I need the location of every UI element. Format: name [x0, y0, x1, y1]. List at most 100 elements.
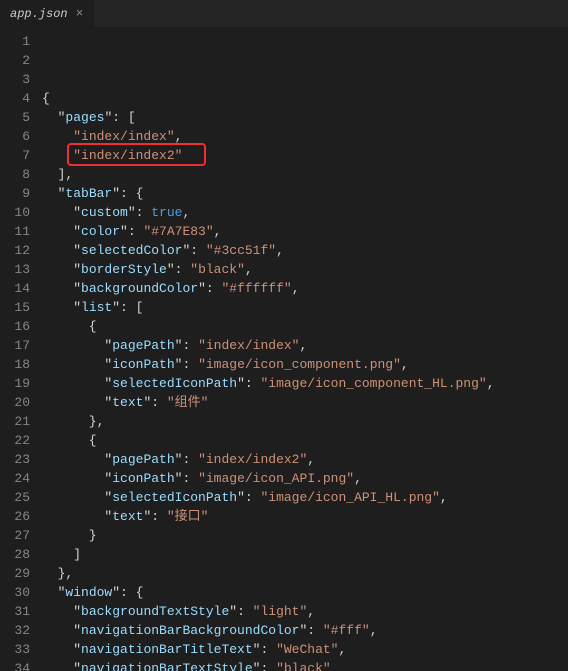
- code-line[interactable]: "borderStyle": "black",: [42, 260, 568, 279]
- token-p: ":: [128, 205, 151, 220]
- code-line[interactable]: "selectedIconPath": "image/icon_componen…: [42, 374, 568, 393]
- token-p: ":: [143, 395, 166, 410]
- token-p: [42, 585, 58, 600]
- line-number: 25: [0, 488, 30, 507]
- code-line[interactable]: "index/index2": [42, 146, 568, 165]
- token-k: color: [81, 224, 120, 239]
- code-line[interactable]: "custom": true,: [42, 203, 568, 222]
- token-p: [42, 148, 73, 163]
- tab-bar: app.json ×: [0, 0, 568, 28]
- line-number: 19: [0, 374, 30, 393]
- code-line[interactable]: }: [42, 526, 568, 545]
- token-p: ":: [299, 623, 322, 638]
- token-p: [42, 490, 104, 505]
- code-line[interactable]: "iconPath": "image/icon_API.png",: [42, 469, 568, 488]
- token-p: ": [73, 604, 81, 619]
- token-p: ": [: [112, 300, 143, 315]
- line-number: 16: [0, 317, 30, 336]
- code-line[interactable]: {: [42, 431, 568, 450]
- code-line[interactable]: "text": "接口": [42, 507, 568, 526]
- token-p: ": [73, 281, 81, 296]
- code-line[interactable]: "color": "#7A7E83",: [42, 222, 568, 241]
- code-line[interactable]: },: [42, 412, 568, 431]
- token-s: "image/icon_component.png": [198, 357, 401, 372]
- token-p: ":: [175, 471, 198, 486]
- code-line[interactable]: "list": [: [42, 298, 568, 317]
- token-p: ,: [354, 471, 362, 486]
- code-line[interactable]: {: [42, 317, 568, 336]
- token-p: ":: [175, 338, 198, 353]
- token-k: text: [112, 395, 143, 410]
- token-p: ,: [276, 243, 284, 258]
- code-line[interactable]: "backgroundTextStyle": "light",: [42, 602, 568, 621]
- code-line[interactable]: "pagePath": "index/index2",: [42, 450, 568, 469]
- line-number: 13: [0, 260, 30, 279]
- line-number: 3: [0, 70, 30, 89]
- token-p: [42, 129, 73, 144]
- code-line[interactable]: "navigationBarBackgroundColor": "#fff",: [42, 621, 568, 640]
- token-p: ": [73, 243, 81, 258]
- token-k: pagePath: [112, 338, 174, 353]
- line-number: 9: [0, 184, 30, 203]
- token-p: [42, 281, 73, 296]
- line-number: 12: [0, 241, 30, 260]
- token-p: ": {: [112, 585, 143, 600]
- line-number-gutter: 1234567891011121314151617181920212223242…: [0, 28, 42, 671]
- line-number: 11: [0, 222, 30, 241]
- code-line[interactable]: "text": "组件": [42, 393, 568, 412]
- token-k: pages: [65, 110, 104, 125]
- close-icon[interactable]: ×: [76, 6, 84, 21]
- code-line[interactable]: "selectedColor": "#3cc51f",: [42, 241, 568, 260]
- token-p: ": [73, 224, 81, 239]
- code-line[interactable]: "navigationBarTextStyle": "black": [42, 659, 568, 671]
- token-p: ,: [175, 129, 183, 144]
- code-editor[interactable]: 1234567891011121314151617181920212223242…: [0, 28, 568, 671]
- token-s: "#3cc51f": [206, 243, 276, 258]
- line-number: 26: [0, 507, 30, 526]
- code-line[interactable]: "pages": [: [42, 108, 568, 127]
- token-s: "black": [276, 661, 331, 671]
- line-number: 15: [0, 298, 30, 317]
- code-line[interactable]: ]: [42, 545, 568, 564]
- token-s: "image/icon_API.png": [198, 471, 354, 486]
- token-p: [42, 661, 73, 671]
- token-p: ": [73, 661, 81, 671]
- token-p: ,: [299, 338, 307, 353]
- code-line[interactable]: {: [42, 89, 568, 108]
- code-line[interactable]: "iconPath": "image/icon_component.png",: [42, 355, 568, 374]
- code-line[interactable]: "pagePath": "index/index",: [42, 336, 568, 355]
- line-number: 14: [0, 279, 30, 298]
- token-p: [42, 509, 104, 524]
- code-area[interactable]: { "pages": [ "index/index", "index/index…: [42, 28, 568, 671]
- token-s: "image/icon_component_HL.png": [260, 376, 486, 391]
- code-line[interactable]: "window": {: [42, 583, 568, 602]
- token-p: ":: [143, 509, 166, 524]
- token-p: ":: [253, 661, 276, 671]
- token-p: {: [42, 433, 97, 448]
- line-number: 4: [0, 89, 30, 108]
- code-line[interactable]: "tabBar": {: [42, 184, 568, 203]
- code-line[interactable]: "selectedIconPath": "image/icon_API_HL.p…: [42, 488, 568, 507]
- token-p: ":: [253, 642, 276, 657]
- token-k: list: [81, 300, 112, 315]
- line-number: 1: [0, 32, 30, 51]
- code-line[interactable]: "backgroundColor": "#ffffff",: [42, 279, 568, 298]
- token-p: ]: [42, 547, 81, 562]
- token-p: [42, 243, 73, 258]
- line-number: 20: [0, 393, 30, 412]
- token-p: [42, 376, 104, 391]
- token-p: ":: [237, 376, 260, 391]
- token-p: ": [73, 262, 81, 277]
- code-line[interactable]: "navigationBarTitleText": "WeChat",: [42, 640, 568, 659]
- code-line[interactable]: },: [42, 564, 568, 583]
- line-number: 27: [0, 526, 30, 545]
- token-p: ":: [120, 224, 143, 239]
- code-line[interactable]: ],: [42, 165, 568, 184]
- code-line[interactable]: "index/index",: [42, 127, 568, 146]
- editor-tab[interactable]: app.json ×: [0, 0, 94, 27]
- line-number: 5: [0, 108, 30, 127]
- token-s: "black": [190, 262, 245, 277]
- token-p: [42, 186, 58, 201]
- line-number: 33: [0, 640, 30, 659]
- token-k: iconPath: [112, 471, 174, 486]
